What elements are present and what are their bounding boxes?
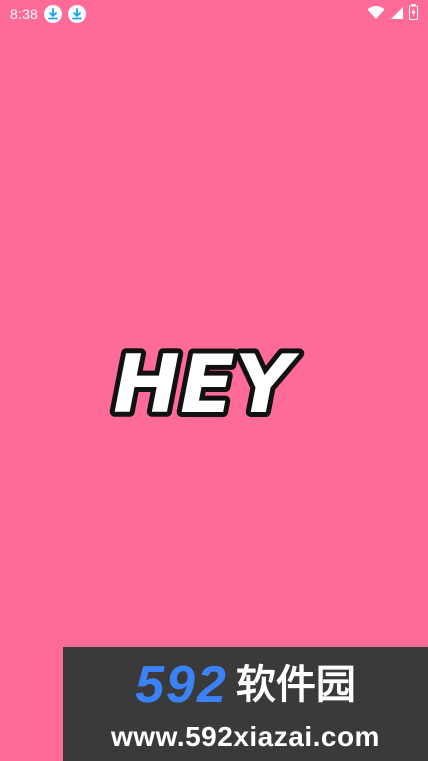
status-bar: 8:38 <box>0 0 428 28</box>
download-icon <box>44 5 63 23</box>
signal-icon <box>390 5 404 24</box>
status-left: 8:38 <box>10 5 87 23</box>
logo-text: HEY <box>113 338 300 428</box>
watermark-url: www.592xiazai.com <box>111 721 380 752</box>
wifi-icon <box>367 5 385 24</box>
status-time: 8:38 <box>10 6 39 22</box>
download-icon <box>68 5 87 23</box>
watermark-chinese: 软件园 <box>235 662 356 708</box>
watermark-number: 592 <box>135 656 228 714</box>
battery-charging-icon <box>409 4 418 24</box>
watermark: 592 软件园 www.592xiazai.com <box>63 647 428 761</box>
watermark-brand: 592 软件园 <box>135 659 356 711</box>
status-right <box>367 4 418 24</box>
hey-logo: HEY <box>105 328 325 436</box>
